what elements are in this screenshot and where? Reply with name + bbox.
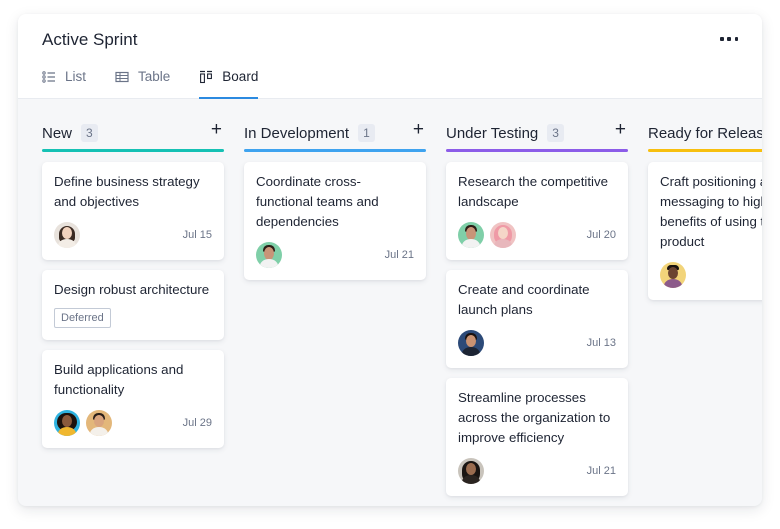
card-title: Craft positioning and messaging to highl… [660,174,762,249]
task-card[interactable]: Create and coordinate launch plans Jul 1… [446,270,628,368]
avatar[interactable] [54,222,80,248]
board-icon [200,70,213,84]
column-color-bar [42,149,224,152]
card-title: Build applications and functionality [54,362,184,397]
card-title: Research the competitive landscape [458,174,609,209]
add-card-button[interactable]: + [413,120,424,140]
column-color-bar [446,149,628,152]
page-title: Active Sprint [42,30,138,49]
tab-list[interactable]: List [42,66,86,99]
card-footer: Jul 21 [256,242,414,268]
column-color-bar [244,149,426,152]
more-dot [734,37,738,41]
add-card-button[interactable]: + [615,120,626,140]
column-header: New 3 + [42,115,224,149]
avatar[interactable] [256,242,282,268]
view-tabs: List Table Board [42,66,287,99]
avatar[interactable] [490,222,516,248]
avatar[interactable] [86,410,112,436]
tab-list-label: List [65,69,87,84]
column-name: Ready for Release [648,124,762,142]
due-date: Jul 21 [586,465,616,477]
card-title: Define business strategy and objectives [54,174,200,209]
add-card-button[interactable]: + [211,120,222,140]
task-card[interactable]: Build applications and functionality Jul… [42,350,224,448]
status-tag: Deferred [54,308,111,328]
column-name: Under Testing [446,124,539,142]
column-header: Ready for Release [648,115,762,149]
more-dot [727,37,731,41]
avatar[interactable] [458,458,484,484]
column-name: New [42,124,73,142]
kanban-board: New 3 + Define business strategy and obj… [42,115,762,506]
due-date: Jul 29 [182,417,212,429]
due-date: Jul 21 [384,249,414,261]
column-count-badge: 3 [81,124,98,142]
column-count-badge: 1 [358,124,375,142]
task-card[interactable]: Coordinate cross-functional teams and de… [244,162,426,280]
avatar[interactable] [458,222,484,248]
task-card[interactable]: Streamline processes across the organiza… [446,378,628,496]
header: Active Sprint List Table Board [18,14,762,99]
due-date: Jul 20 [586,229,616,241]
column-in-development: In Development 1 + Coordinate cross-func… [244,115,426,290]
column-color-bar [648,149,762,152]
card-footer: Jul 21 [458,458,616,484]
more-options-button[interactable] [720,32,738,46]
tab-table[interactable]: Table [115,66,170,99]
card-title: Coordinate cross-functional teams and de… [256,174,379,229]
avatar[interactable] [458,330,484,356]
column-name: In Development [244,124,350,142]
card-footer: Jul 13 [458,330,616,356]
tab-board[interactable]: Board [199,66,259,99]
card-footer [660,262,762,288]
column-header: In Development 1 + [244,115,426,149]
more-horizontal-icon [720,37,724,41]
card-footer: Jul 20 [458,222,616,248]
column-under-testing: Under Testing 3 + Research the competiti… [446,115,628,506]
task-card[interactable]: Design robust architecture Deferred [42,270,224,340]
column-count-badge: 3 [547,124,564,142]
due-date: Jul 13 [586,337,616,349]
column-header: Under Testing 3 + [446,115,628,149]
tab-table-label: Table [138,69,171,84]
list-icon [42,71,55,83]
avatar[interactable] [54,410,80,436]
card-title: Create and coordinate launch plans [458,282,590,317]
task-card[interactable]: Craft positioning and messaging to highl… [648,162,762,300]
tab-board-label: Board [222,69,259,84]
avatar[interactable] [660,262,686,288]
task-card[interactable]: Research the competitive landscape Jul 2… [446,162,628,260]
table-icon [115,71,129,83]
card-footer: Jul 29 [54,410,212,436]
column-ready-for-release: Ready for Release Craft positioning and … [648,115,762,310]
card-title: Design robust architecture [54,282,210,297]
card-title: Streamline processes across the organiza… [458,390,611,445]
card-footer: Jul 15 [54,222,212,248]
due-date: Jul 15 [182,229,212,241]
column-new: New 3 + Define business strategy and obj… [42,115,224,458]
sprint-board-window: Active Sprint List Table Board New 3 + D… [18,14,762,506]
task-card[interactable]: Define business strategy and objectives … [42,162,224,260]
